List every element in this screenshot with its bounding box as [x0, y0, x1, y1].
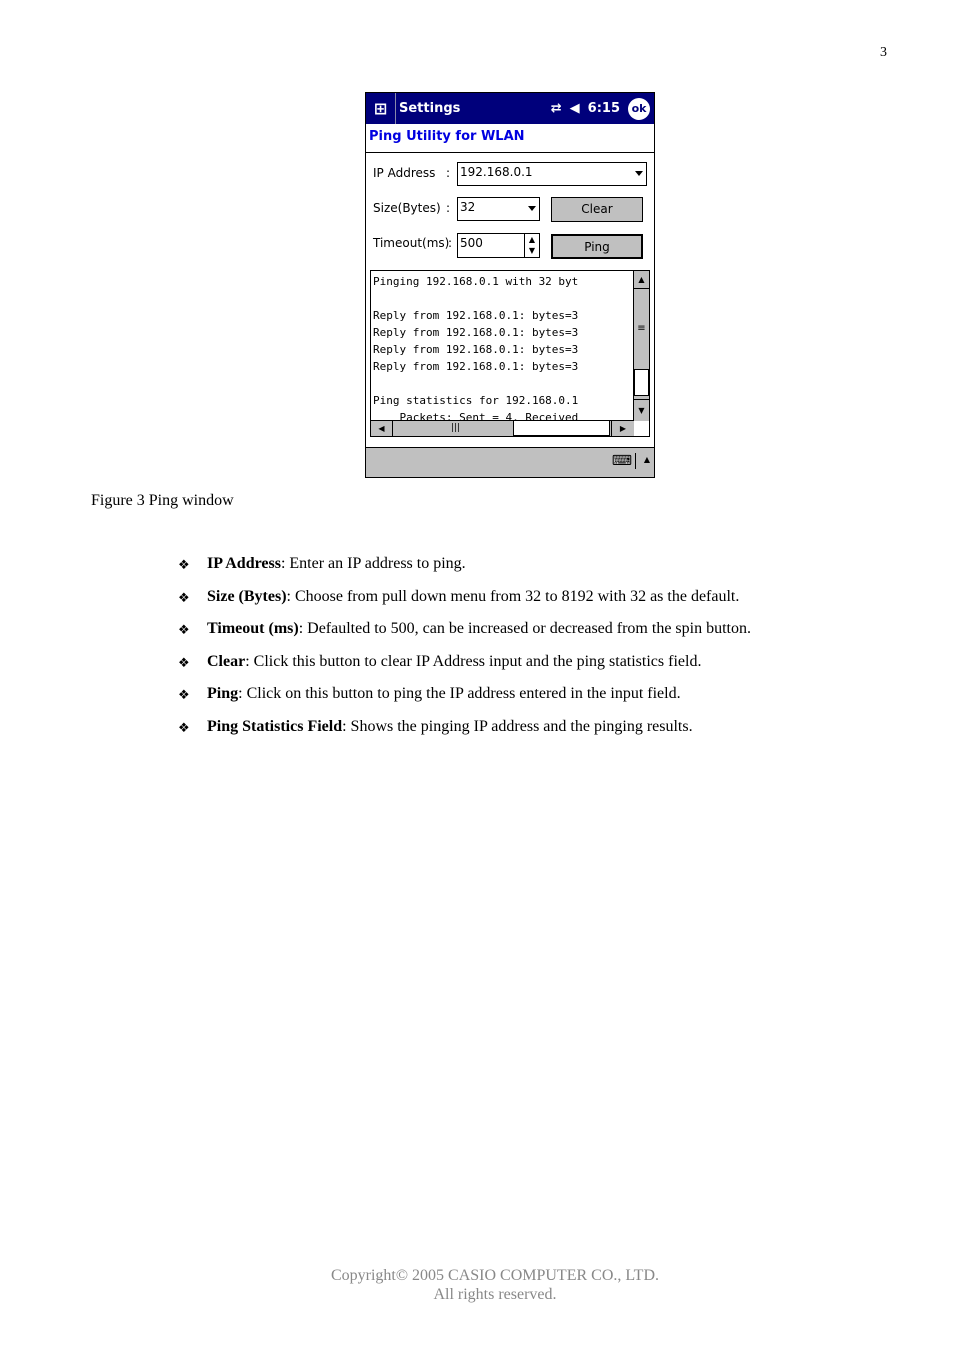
timeout-spinbox[interactable]: 500 ▲ ▼ — [457, 233, 540, 258]
scroll-track[interactable] — [513, 420, 610, 436]
bullet-item: ❖ Size (Bytes): Choose from pull down men… — [178, 588, 751, 621]
page-number: 3 — [880, 45, 887, 60]
vertical-scrollbar[interactable]: ▲ ≡ ▼ — [633, 271, 649, 421]
output-line: Reply from 192.168.0.1: bytes=3 — [373, 343, 579, 356]
bullet-term: IP Address — [207, 555, 281, 572]
bullet-term: Ping — [207, 685, 239, 702]
clear-button[interactable]: Clear — [551, 197, 643, 222]
colon: : — [448, 236, 453, 250]
input-menu-arrow-icon[interactable]: ▲ — [644, 455, 650, 464]
bullet-term: Size (Bytes) — [207, 587, 287, 605]
ping-statistics-field[interactable]: Pinging 192.168.0.1 with 32 byt Reply fro… — [370, 270, 650, 437]
ping-output-text: Pinging 192.168.0.1 with 32 byt Reply fro… — [373, 273, 635, 426]
timeout-value: 500 — [460, 236, 483, 250]
bottom-bar: ⌨ ▲ — [366, 447, 654, 477]
spin-down-icon[interactable]: ▼ — [525, 245, 539, 256]
footer: Copyright© 2005 CASIO COMPUTER CO., LTD.… — [0, 1266, 954, 1304]
rights-reserved: All rights reserved. — [433, 1286, 557, 1303]
timeout-label: Timeout(ms) — [373, 236, 450, 250]
bullet-description: : Enter an IP address to ping. — [280, 555, 466, 572]
bullet-description: : Click on this button to ping the IP ad… — [238, 685, 681, 702]
scroll-up-icon[interactable]: ▲ — [634, 271, 649, 289]
start-menu-icon[interactable]: ⊞ — [366, 93, 396, 124]
output-line: Reply from 192.168.0.1: bytes=3 — [373, 326, 579, 339]
clock[interactable]: 6:15 — [588, 101, 620, 116]
keyboard-icon[interactable]: ⌨ — [612, 453, 636, 469]
bullet-description: : Click this button to clear IP Address … — [245, 652, 702, 670]
diamond-bullet-icon: ❖ — [178, 558, 190, 573]
scroll-track[interactable] — [634, 369, 649, 396]
bullet-list: ❖ IP Address: Enter an IP address to ping… — [178, 555, 751, 750]
bullet-item: ❖ Ping: Click on this button to ping the … — [178, 685, 751, 718]
copyright: Copyright© 2005 CASIO COMPUTER CO., LTD. — [330, 1267, 660, 1284]
bullet-description: : Shows the pinging IP address and the p… — [342, 717, 693, 735]
ip-address-value: 192.168.0.1 — [460, 165, 533, 179]
app-subtitle: Ping Utility for WLAN — [366, 124, 654, 153]
ok-button[interactable]: ok — [628, 97, 650, 120]
ping-button[interactable]: Ping — [551, 234, 643, 259]
bullet-term: Timeout (ms) — [207, 620, 299, 637]
size-value: 32 — [460, 200, 476, 214]
bullet-item: ❖ Ping Statistics Field: Shows the pingin… — [178, 718, 751, 751]
output-line: Pinging 192.168.0.1 with 32 byt — [373, 275, 579, 288]
scroll-left-icon[interactable]: ◀ — [371, 421, 393, 436]
output-line: Reply from 192.168.0.1: bytes=3 — [373, 360, 579, 373]
title-bar: ⊞ Settings ⇄ ◀ 6:15 ok — [366, 93, 654, 124]
figure-caption: Figure 3 Ping window — [91, 492, 234, 509]
ip-address-label: IP Address — [373, 166, 436, 180]
spin-up-icon[interactable]: ▲ — [525, 234, 539, 245]
bullet-term: Clear — [207, 652, 246, 670]
bullet-description: : Choose from pull down menu from 32 to … — [286, 587, 740, 605]
diamond-bullet-icon: ❖ — [178, 623, 190, 638]
diamond-bullet-icon: ❖ — [178, 590, 190, 606]
output-line: Ping statistics for 192.168.0.1 — [373, 394, 579, 407]
bullet-item: ❖ IP Address: Enter an IP address to ping… — [178, 555, 751, 588]
bullet-description: : Defaulted to 500, can be increased or … — [298, 620, 751, 637]
chevron-down-icon[interactable] — [635, 171, 643, 176]
scroll-down-icon[interactable]: ▼ — [634, 399, 649, 421]
output-line: Reply from 192.168.0.1: bytes=3 — [373, 309, 579, 322]
size-dropdown[interactable]: 32 — [457, 197, 540, 221]
size-label: Size(Bytes) — [373, 201, 441, 215]
scroll-thumb-grip-icon[interactable]: ||| — [451, 421, 460, 435]
bullet-item: ❖ Clear: Click this button to clear IP Ad… — [178, 653, 751, 686]
scroll-right-icon[interactable]: ▶ — [611, 421, 634, 436]
colon: : — [446, 201, 451, 215]
horizontal-scrollbar[interactable]: ◀ ||| ▶ — [371, 420, 634, 436]
colon: : — [446, 166, 451, 180]
bullet-item: ❖ Timeout (ms): Defaulted to 500, can be … — [178, 620, 751, 653]
window-title: Settings — [399, 101, 461, 116]
ip-address-combobox[interactable]: 192.168.0.1 — [457, 162, 647, 186]
ping-window-screenshot: ⊞ Settings ⇄ ◀ 6:15 ok Ping Utility for … — [365, 92, 655, 478]
diamond-bullet-icon: ❖ — [178, 688, 190, 703]
scroll-thumb-grip-icon[interactable]: ≡ — [634, 323, 649, 334]
diamond-bullet-icon: ❖ — [178, 655, 190, 671]
volume-icon[interactable]: ◀ — [570, 101, 580, 116]
bullet-term: Ping Statistics Field — [207, 717, 343, 735]
diamond-bullet-icon: ❖ — [178, 720, 190, 736]
chevron-down-icon[interactable] — [528, 206, 536, 211]
connectivity-icon[interactable]: ⇄ — [551, 101, 562, 116]
